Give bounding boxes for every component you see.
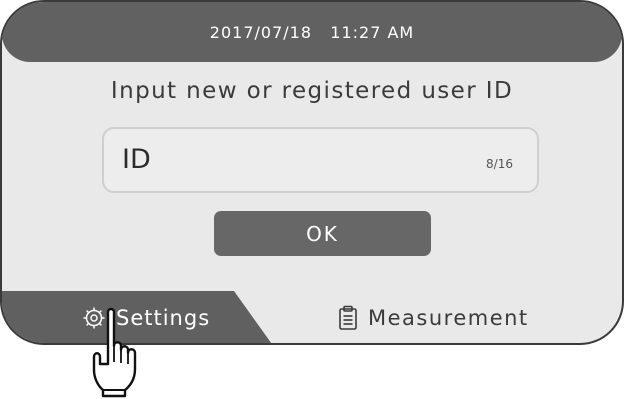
status-time: 11:27 AM (330, 22, 415, 42)
hand-pointer-icon (92, 307, 137, 398)
clipboard-icon (339, 305, 357, 330)
status-date: 2017/07/18 (209, 22, 312, 42)
device-screen: 2017/07/18 11:27 AM Input new or registe… (0, 0, 624, 345)
tab-measurement-label: Measurement (368, 306, 529, 330)
user-id-input[interactable]: ID 8/16 (102, 127, 539, 193)
status-spacer (312, 23, 330, 42)
tab-measurement[interactable]: Measurement (338, 305, 529, 331)
ok-button[interactable]: OK (214, 211, 431, 256)
ok-button-label: OK (306, 221, 339, 246)
prompt-text: Input new or registered user ID (110, 78, 514, 104)
user-id-value: ID (122, 144, 151, 175)
character-counter: 8/16 (486, 157, 513, 171)
status-bar: 2017/07/18 11:27 AM (2, 2, 622, 62)
